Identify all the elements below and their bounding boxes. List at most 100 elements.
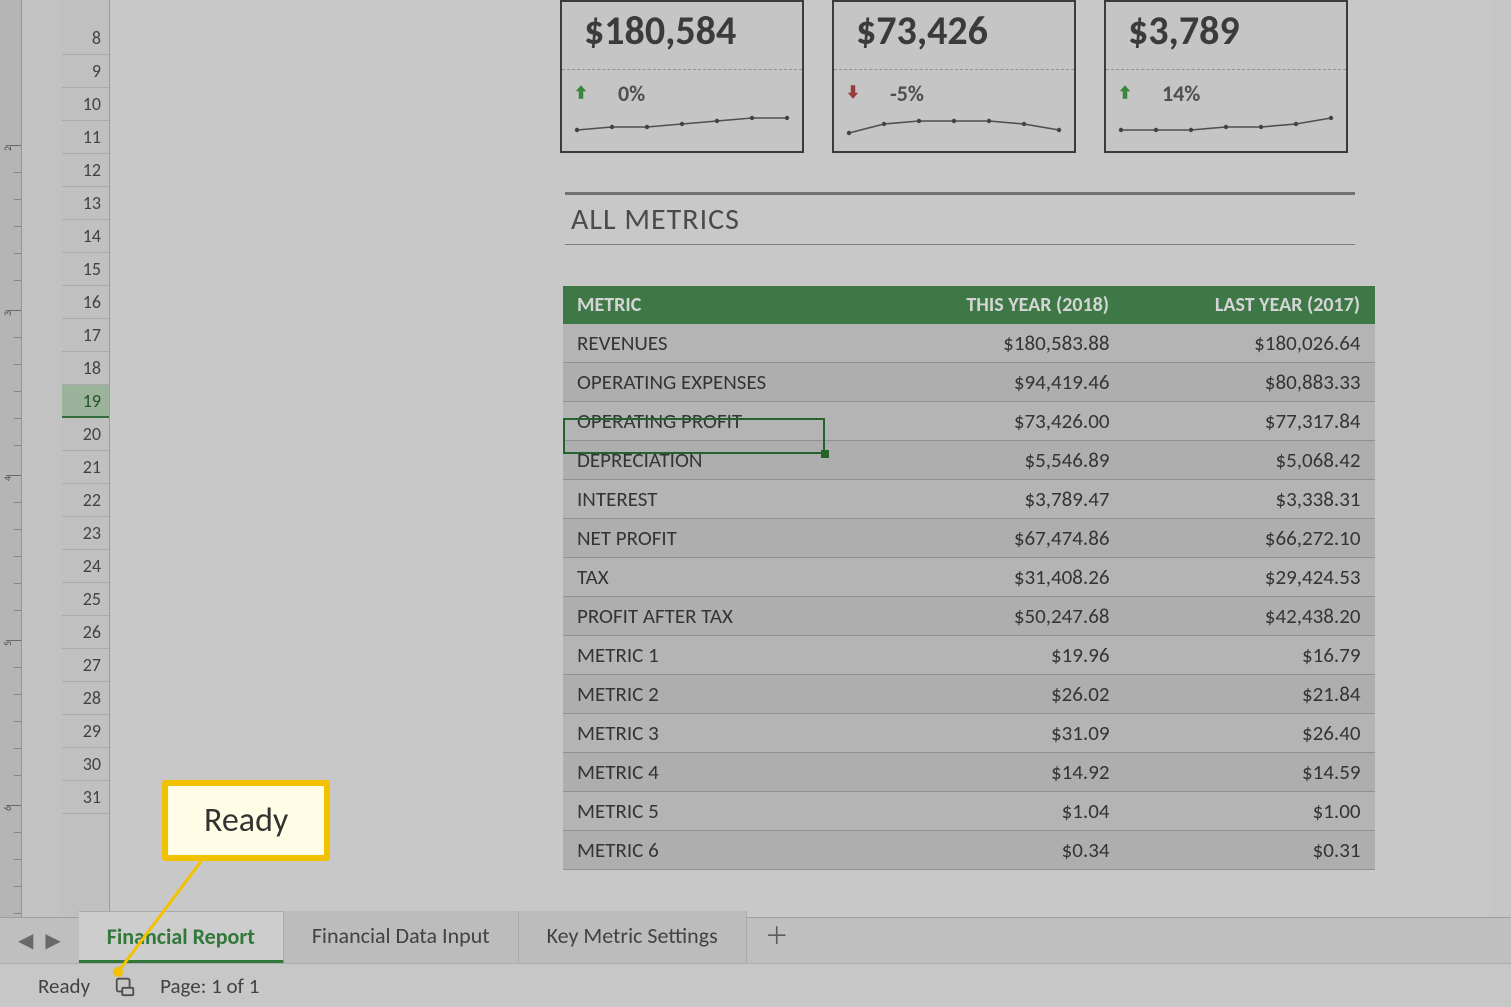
cell-metric[interactable]: METRIC 4: [563, 753, 876, 792]
row-header[interactable]: 28: [62, 682, 109, 715]
table-row[interactable]: INTEREST$3,789.47$3,338.31: [563, 480, 1375, 519]
table-row[interactable]: OPERATING EXPENSES$94,419.46$80,883.33: [563, 363, 1375, 402]
kpi-value: $180,584: [562, 2, 802, 69]
row-header[interactable]: 9: [62, 55, 109, 88]
row-header[interactable]: 12: [62, 154, 109, 187]
cell-metric[interactable]: REVENUES: [563, 324, 876, 363]
cell-last-year[interactable]: $1.00: [1124, 792, 1375, 831]
table-row[interactable]: PROFIT AFTER TAX$50,247.68$42,438.20: [563, 597, 1375, 636]
cell-this-year[interactable]: $31.09: [876, 714, 1123, 753]
row-header[interactable]: 13: [62, 187, 109, 220]
cell-last-year[interactable]: $77,317.84: [1124, 402, 1375, 441]
cell-this-year[interactable]: $31,408.26: [876, 558, 1123, 597]
kpi-card: $3,78914%: [1104, 0, 1348, 153]
table-row[interactable]: METRIC 4$14.92$14.59: [563, 753, 1375, 792]
row-header[interactable]: 8: [62, 22, 109, 55]
table-row[interactable]: METRIC 3$31.09$26.40: [563, 714, 1375, 753]
cell-last-year[interactable]: $0.31: [1124, 831, 1375, 870]
kpi-cards: $180,5840%$73,426-5%$3,78914%: [560, 0, 1348, 153]
kpi-sparkline: [1116, 109, 1336, 143]
row-header[interactable]: 22: [62, 484, 109, 517]
cell-last-year[interactable]: $26.40: [1124, 714, 1375, 753]
cell-last-year[interactable]: $66,272.10: [1124, 519, 1375, 558]
table-row[interactable]: DEPRECIATION$5,546.89$5,068.42: [563, 441, 1375, 480]
cell-last-year[interactable]: $3,338.31: [1124, 480, 1375, 519]
row-header[interactable]: 17: [62, 319, 109, 352]
row-header[interactable]: 15: [62, 253, 109, 286]
row-header[interactable]: 14: [62, 220, 109, 253]
cell-selection-handle[interactable]: [821, 450, 829, 458]
sheet-tab[interactable]: Financial Data Input: [284, 911, 519, 963]
status-ready-label: Ready: [38, 973, 90, 999]
row-header[interactable]: 21: [62, 451, 109, 484]
cell-this-year[interactable]: $26.02: [876, 675, 1123, 714]
cell-metric[interactable]: METRIC 2: [563, 675, 876, 714]
cell-metric[interactable]: OPERATING PROFIT: [563, 402, 876, 441]
row-header[interactable]: 10: [62, 88, 109, 121]
table-row[interactable]: METRIC 2$26.02$21.84: [563, 675, 1375, 714]
cell-this-year[interactable]: $14.92: [876, 753, 1123, 792]
table-row[interactable]: OPERATING PROFIT$73,426.00$77,317.84: [563, 402, 1375, 441]
row-header[interactable]: 31: [62, 781, 109, 814]
cell-last-year[interactable]: $29,424.53: [1124, 558, 1375, 597]
cell-this-year[interactable]: $3,789.47: [876, 480, 1123, 519]
cell-metric[interactable]: METRIC 5: [563, 792, 876, 831]
cell-metric[interactable]: OPERATING EXPENSES: [563, 363, 876, 402]
cell-this-year[interactable]: $73,426.00: [876, 402, 1123, 441]
cell-this-year[interactable]: $67,474.86: [876, 519, 1123, 558]
row-headers: 8910111213141516171819202122232425262728…: [62, 0, 110, 940]
cell-metric[interactable]: NET PROFIT: [563, 519, 876, 558]
row-header[interactable]: 25: [62, 583, 109, 616]
tab-nav-next-icon[interactable]: ▶: [45, 928, 60, 953]
table-row[interactable]: METRIC 5$1.04$1.00: [563, 792, 1375, 831]
row-header[interactable]: 29: [62, 715, 109, 748]
table-row[interactable]: NET PROFIT$67,474.86$66,272.10: [563, 519, 1375, 558]
cell-this-year[interactable]: $180,583.88: [876, 324, 1123, 363]
cell-last-year[interactable]: $21.84: [1124, 675, 1375, 714]
row-header[interactable]: 26: [62, 616, 109, 649]
row-header[interactable]: 11: [62, 121, 109, 154]
col-header-this-year[interactable]: THIS YEAR (2018): [876, 286, 1123, 324]
cell-last-year[interactable]: $80,883.33: [1124, 363, 1375, 402]
row-header[interactable]: 27: [62, 649, 109, 682]
cell-metric[interactable]: PROFIT AFTER TAX: [563, 597, 876, 636]
kpi-card: $180,5840%: [560, 0, 804, 153]
col-header-last-year[interactable]: LAST YEAR (2017): [1124, 286, 1375, 324]
cell-metric[interactable]: TAX: [563, 558, 876, 597]
cell-this-year[interactable]: $19.96: [876, 636, 1123, 675]
macro-record-icon[interactable]: [114, 975, 136, 997]
cell-last-year[interactable]: $16.79: [1124, 636, 1375, 675]
sheet-tab[interactable]: Financial Report: [79, 911, 284, 964]
tab-nav-prev-icon[interactable]: ◀: [18, 928, 33, 953]
cell-last-year[interactable]: $5,068.42: [1124, 441, 1375, 480]
row-header[interactable]: 20: [62, 418, 109, 451]
row-header[interactable]: 30: [62, 748, 109, 781]
kpi-value: $73,426: [834, 2, 1074, 69]
cell-this-year[interactable]: $50,247.68: [876, 597, 1123, 636]
row-header[interactable]: 16: [62, 286, 109, 319]
cell-last-year[interactable]: $180,026.64: [1124, 324, 1375, 363]
cell-last-year[interactable]: $14.59: [1124, 753, 1375, 792]
row-header[interactable]: 19: [62, 385, 109, 418]
row-header[interactable]: 23: [62, 517, 109, 550]
cell-this-year[interactable]: $5,546.89: [876, 441, 1123, 480]
cell-last-year[interactable]: $42,438.20: [1124, 597, 1375, 636]
cell-metric[interactable]: INTEREST: [563, 480, 876, 519]
cell-metric[interactable]: METRIC 3: [563, 714, 876, 753]
cell-this-year[interactable]: $0.34: [876, 831, 1123, 870]
cell-this-year[interactable]: $94,419.46: [876, 363, 1123, 402]
row-header[interactable]: 18: [62, 352, 109, 385]
cell-metric[interactable]: METRIC 6: [563, 831, 876, 870]
add-sheet-button[interactable]: ＋: [747, 904, 807, 963]
sheet-tab[interactable]: Key Metric Settings: [519, 911, 747, 963]
table-row[interactable]: TAX$31,408.26$29,424.53: [563, 558, 1375, 597]
table-row[interactable]: METRIC 6$0.34$0.31: [563, 831, 1375, 870]
row-header[interactable]: 24: [62, 550, 109, 583]
cell-metric[interactable]: METRIC 1: [563, 636, 876, 675]
table-row[interactable]: REVENUES$180,583.88$180,026.64: [563, 324, 1375, 363]
kpi-change: 14%: [1162, 80, 1200, 107]
cell-metric[interactable]: DEPRECIATION: [563, 441, 876, 480]
table-row[interactable]: METRIC 1$19.96$16.79: [563, 636, 1375, 675]
col-header-metric[interactable]: METRIC: [563, 286, 876, 324]
cell-this-year[interactable]: $1.04: [876, 792, 1123, 831]
